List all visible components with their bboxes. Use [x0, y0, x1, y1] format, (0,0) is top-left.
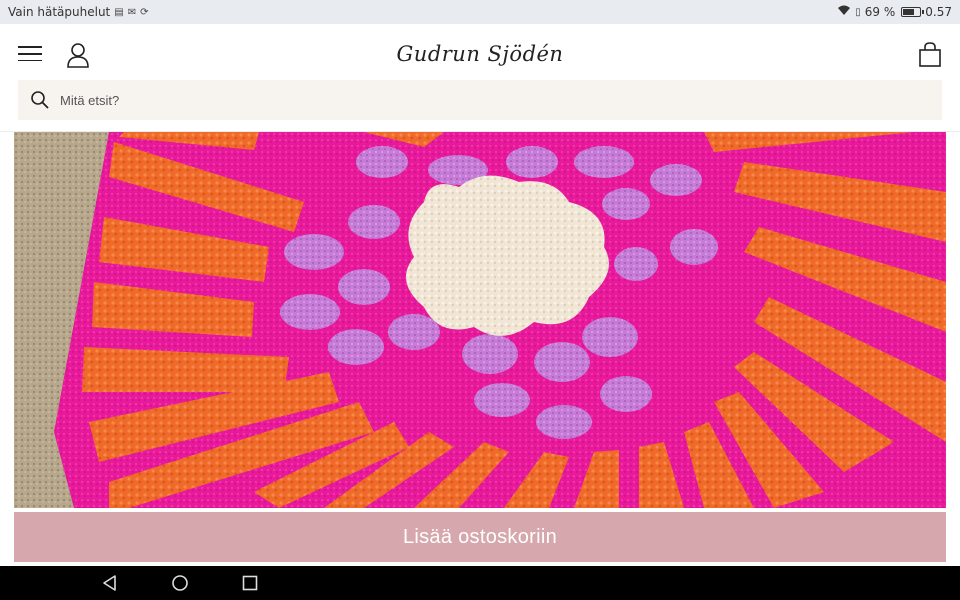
- add-to-cart-button[interactable]: Lisää ostoskoriin: [14, 512, 946, 562]
- site-header: Gudrun Sjödén: [0, 24, 960, 132]
- recents-icon[interactable]: [240, 573, 260, 593]
- carrier-text: Vain hätäpuhelut: [8, 5, 111, 19]
- brand-logo[interactable]: Gudrun Sjödén: [330, 42, 630, 66]
- status-bar: Vain hätäpuhelut ▤ ✉ ⟳ ▯ 69 % 0.57: [0, 0, 960, 24]
- battery-fill: [903, 9, 914, 15]
- back-icon[interactable]: [100, 573, 120, 593]
- wifi-icon: [837, 5, 851, 19]
- status-right: ▯ 69 % 0.57: [837, 5, 952, 19]
- shopping-bag-icon[interactable]: [918, 42, 944, 70]
- clock: 0.57: [925, 5, 952, 19]
- battery-icon: [901, 7, 925, 17]
- search-icon[interactable]: [30, 90, 50, 110]
- search-bar: [18, 80, 942, 120]
- home-icon[interactable]: [170, 573, 190, 593]
- status-left: Vain hätäpuhelut ▤ ✉ ⟳: [8, 5, 149, 19]
- sim-card-icon: ▤: [114, 6, 124, 18]
- user-icon[interactable]: [66, 42, 90, 70]
- battery-percent: 69 %: [864, 5, 896, 19]
- sync-icon: ⟳: [140, 6, 149, 18]
- sim-icon: ▯: [855, 6, 861, 18]
- rug-image: [14, 132, 946, 508]
- android-nav-bar: [0, 566, 960, 600]
- search-input[interactable]: [60, 92, 860, 108]
- gmail-icon: ✉: [127, 6, 137, 18]
- hamburger-menu-icon[interactable]: [18, 46, 44, 64]
